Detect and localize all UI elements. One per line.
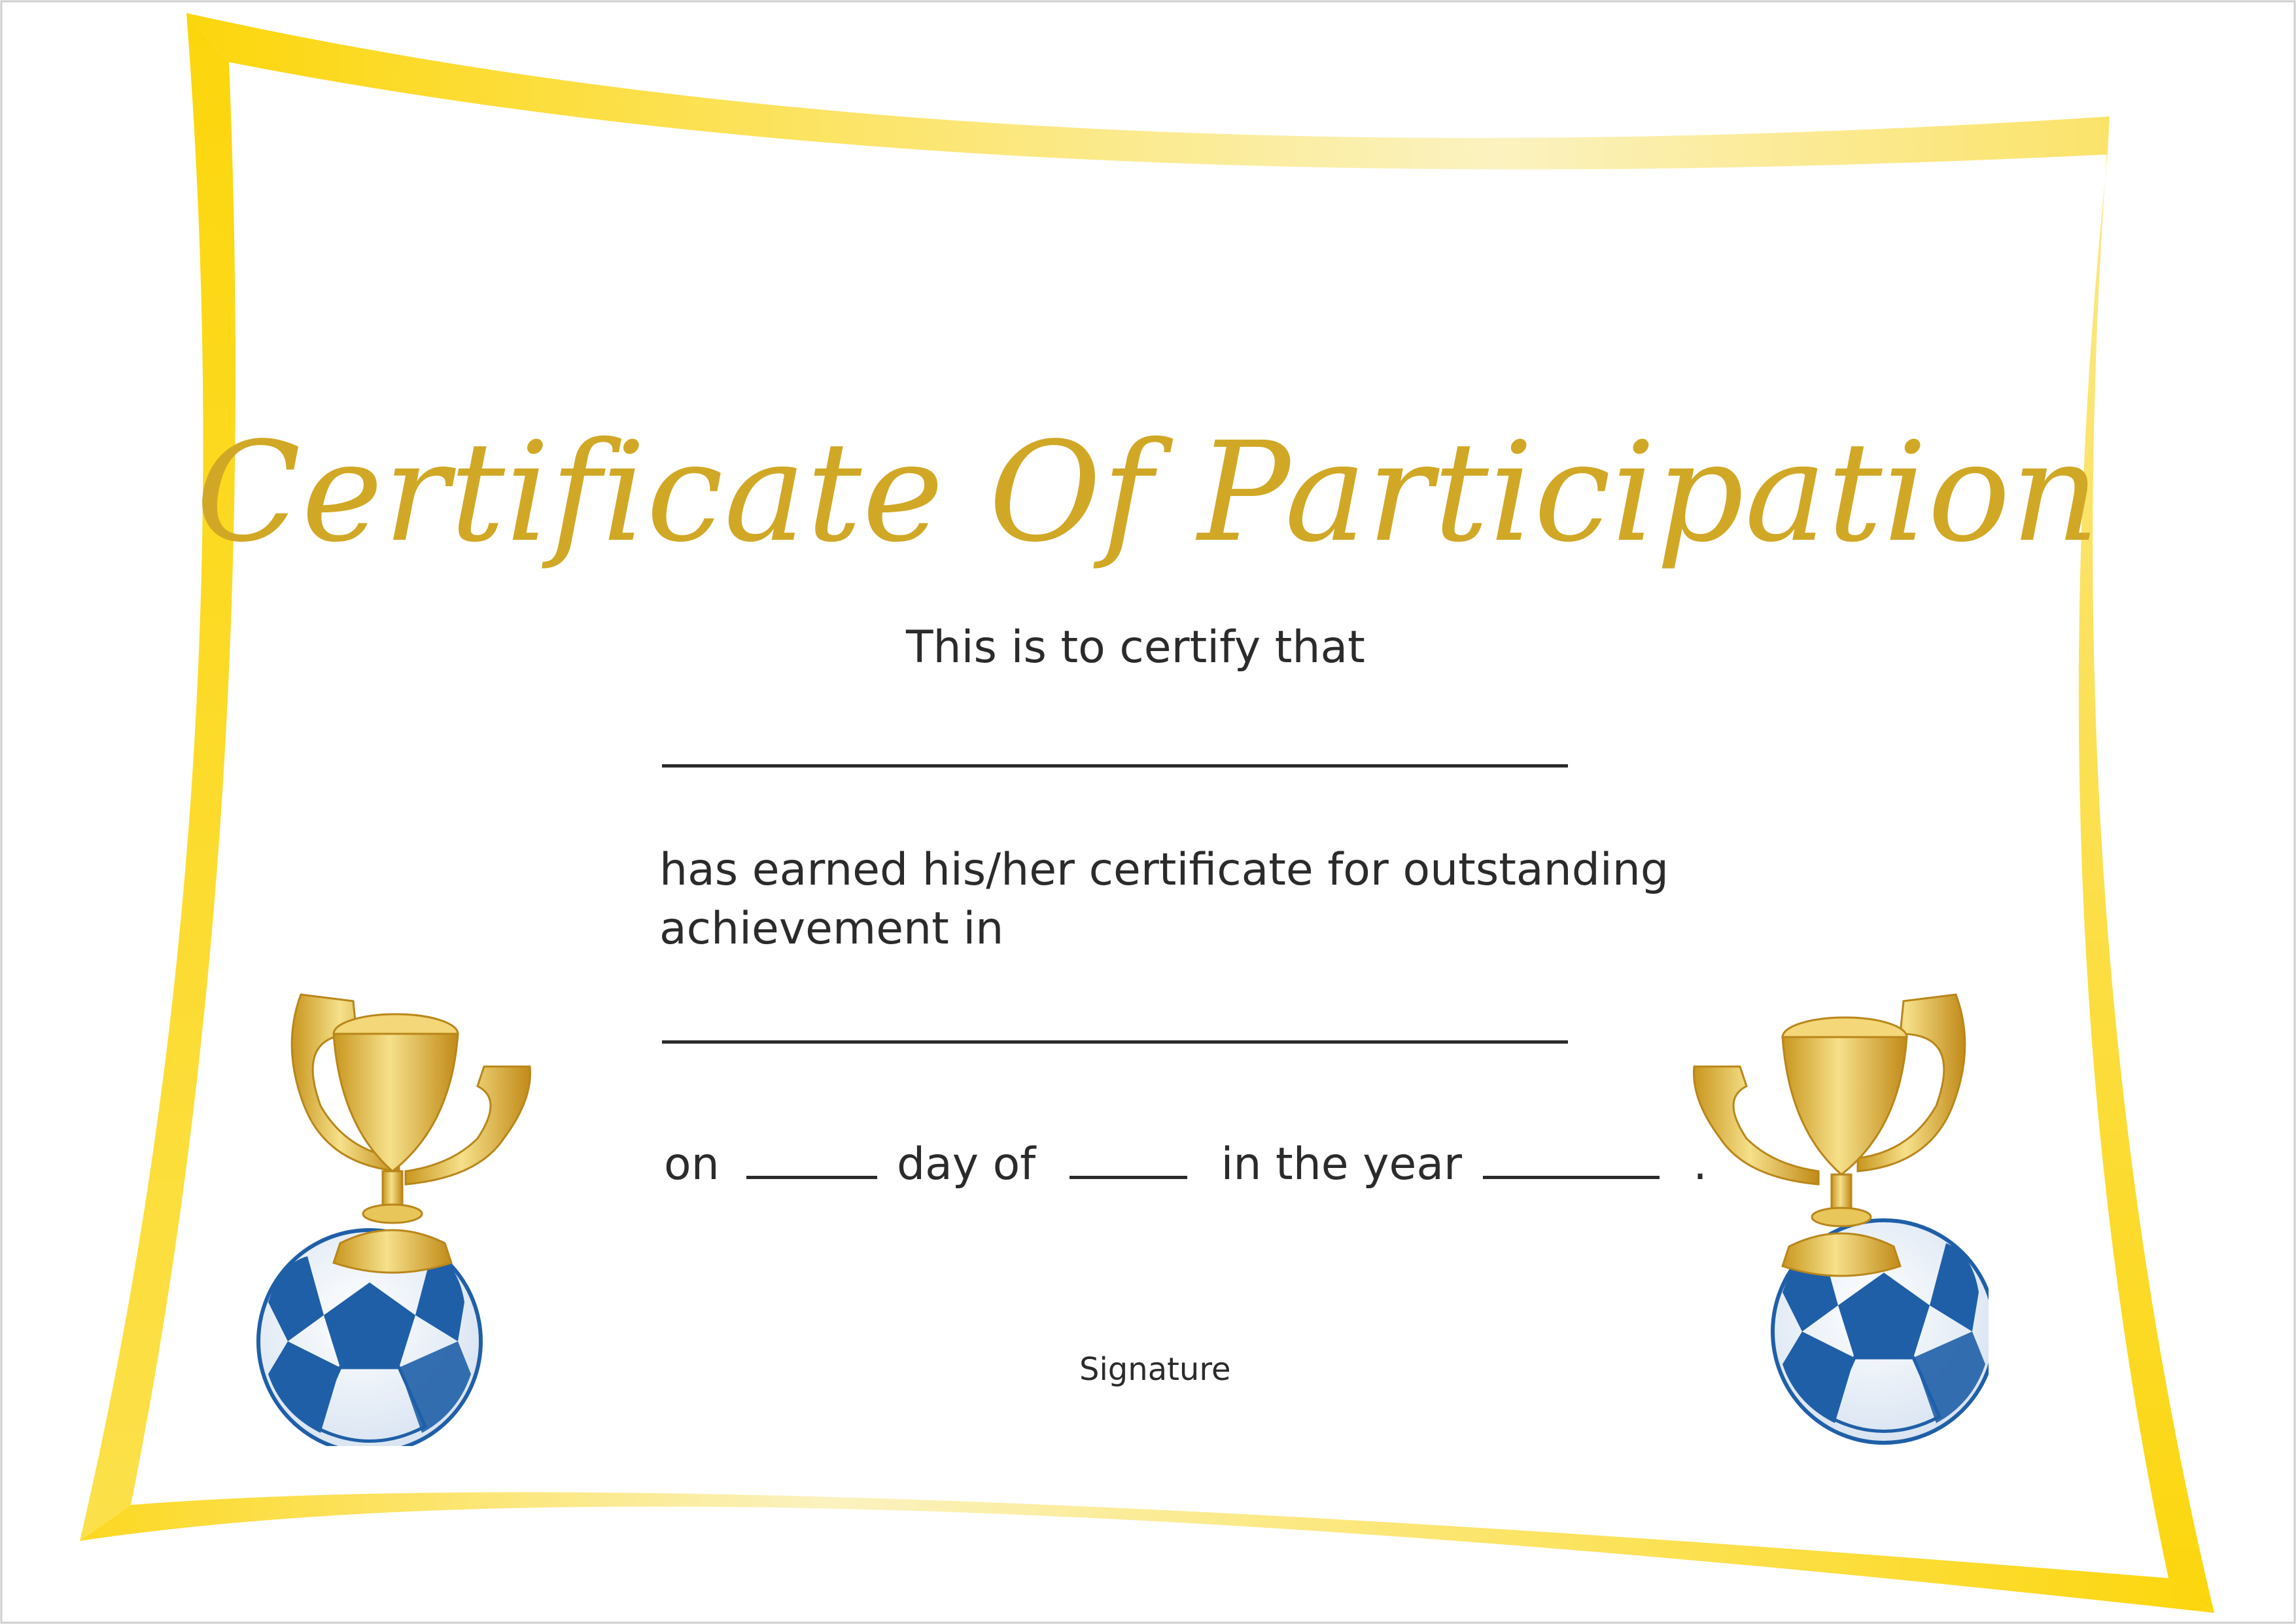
achievement-field-line[interactable] <box>662 1040 1568 1044</box>
day-of-label: day of <box>896 1139 1036 1190</box>
frame-bottom-band <box>80 1492 2214 1613</box>
achievement-text-line-2: achievement in <box>659 903 1004 955</box>
date-on-label: on <box>664 1139 720 1190</box>
achievement-text-line-1: has earned his/her certificate for outst… <box>659 844 1669 896</box>
day-blank[interactable] <box>746 1135 878 1179</box>
recipient-name-line[interactable] <box>662 764 1568 768</box>
intro-text: This is to certify that <box>906 622 1365 673</box>
date-row: on day of in the year . <box>664 1135 1707 1190</box>
month-blank[interactable] <box>1069 1135 1187 1179</box>
trophy-on-soccer-ball-icon <box>256 993 531 1446</box>
trophy-icon <box>290 993 531 1274</box>
trophy-on-soccer-ball-icon <box>1693 993 1989 1445</box>
year-blank[interactable] <box>1482 1135 1660 1179</box>
frame-left-band <box>80 13 235 1541</box>
frame-top-band <box>186 13 2110 169</box>
in-the-year-label: in the year <box>1221 1139 1462 1190</box>
certificate-page: Certificate Of Participation This is to … <box>0 0 2296 1624</box>
frame-right-band <box>2078 116 2214 1613</box>
signature-label: Signature <box>1079 1351 1231 1388</box>
certificate-title: Certificate Of Participation <box>196 412 2100 573</box>
